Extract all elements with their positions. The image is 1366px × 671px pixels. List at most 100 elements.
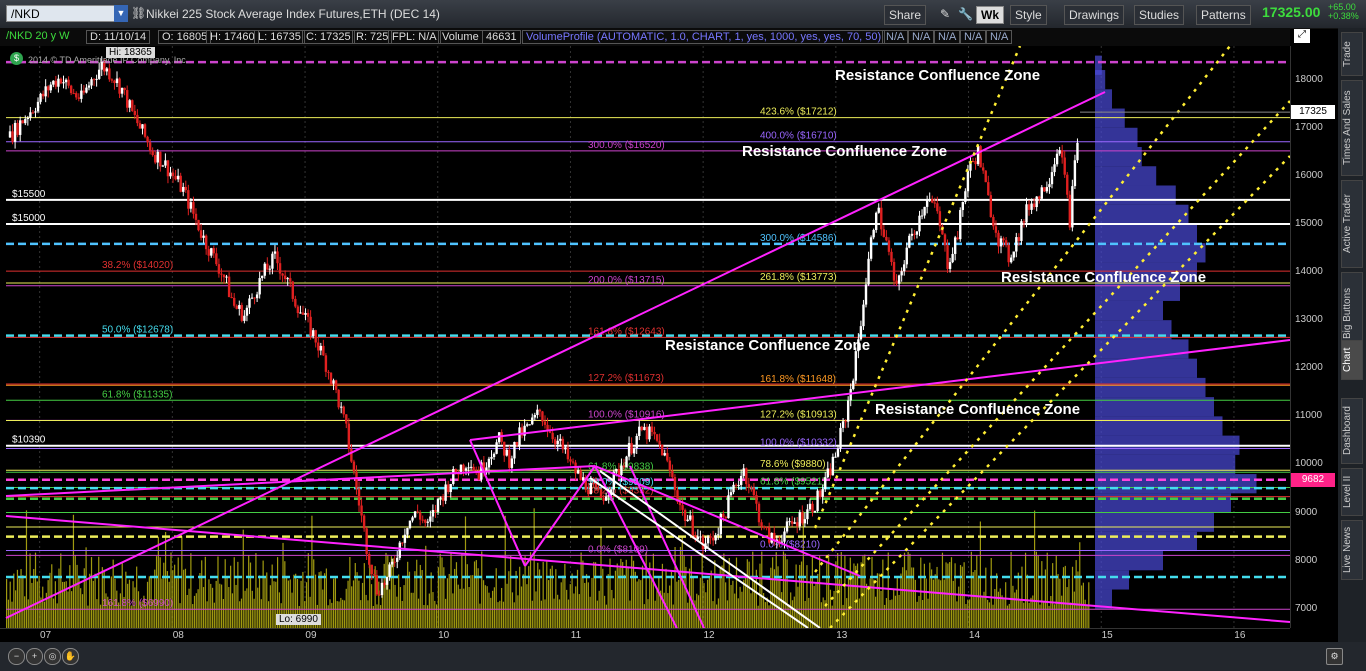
volume-bar	[1073, 591, 1075, 628]
level-label: 261.8% ($13773)	[760, 272, 837, 283]
candle-body	[953, 237, 957, 254]
wrench-icon[interactable]: 🔧	[958, 5, 973, 23]
volume-profile-bar	[1095, 300, 1163, 321]
candle-body	[44, 86, 47, 97]
symbol-input[interactable]: /NKD	[6, 5, 126, 22]
patterns-button[interactable]: Patterns	[1196, 5, 1251, 25]
candle-body	[813, 511, 817, 513]
volume-bar	[378, 581, 380, 628]
volume-bar	[575, 586, 577, 628]
volume-bar	[636, 581, 638, 628]
volume-bar	[459, 588, 461, 628]
candle-body	[571, 461, 575, 463]
time-axis[interactable]: 07 08 09 10 11 12 13 14 15 16	[0, 628, 1290, 643]
candle-body	[727, 495, 730, 519]
volume-bar	[331, 602, 333, 628]
resistance-zone-label: Resistance Confluence Zone	[1001, 269, 1207, 286]
change-pct: +0.38%	[1328, 11, 1359, 21]
volume-bar	[557, 594, 559, 628]
volume-bar	[945, 562, 947, 628]
candle-body	[668, 460, 672, 471]
candle-body	[536, 409, 539, 415]
tab-chart[interactable]: Chart	[1341, 340, 1363, 380]
volume-bar	[555, 569, 557, 628]
volume-bar	[417, 598, 420, 628]
studies-button[interactable]: Studies	[1134, 5, 1185, 25]
candle-body	[887, 240, 891, 252]
candle-body	[1076, 142, 1079, 161]
volume-bar	[1014, 592, 1016, 628]
poc-price-marker: 9682	[1291, 472, 1335, 487]
tab-active-trader[interactable]: Active Trader	[1341, 180, 1363, 268]
level-label: 161.8% ($6990)	[102, 598, 173, 609]
candle-body	[620, 465, 623, 475]
volume-bar	[439, 553, 441, 628]
volume-bar	[190, 553, 192, 628]
link-icon[interactable]: ⛓	[131, 6, 146, 20]
level-label: 300.0% ($16520)	[588, 140, 665, 151]
candle-body	[1035, 196, 1038, 208]
share-button[interactable]: Share	[884, 5, 927, 25]
volume-bar	[441, 557, 443, 628]
candle-body	[582, 477, 585, 480]
volume-bar	[744, 574, 747, 628]
volume-bar	[450, 552, 452, 628]
price-axis[interactable]: 7000 8000 9000 10000 11000 12000 13000 14000 150…	[1290, 46, 1339, 628]
chart-expand-icon[interactable]: ⤢	[1294, 29, 1310, 43]
volume-bar	[591, 577, 593, 628]
candle-body	[510, 458, 514, 468]
symbol-dropdown-icon[interactable]: ▼	[114, 5, 128, 22]
candle-body	[925, 199, 929, 207]
candle-body	[981, 167, 985, 171]
candle-body	[1032, 203, 1036, 208]
candle-body	[918, 215, 921, 232]
aggregation-button[interactable]: Wk	[976, 6, 1004, 24]
candle-body	[1015, 237, 1018, 252]
volume-profile-bar	[1095, 127, 1138, 148]
volume-profile-bar	[1095, 185, 1176, 205]
volume-bar	[669, 585, 671, 628]
volume-bar	[493, 587, 495, 628]
candle-body	[398, 542, 401, 558]
zoom-in-icon[interactable]: +	[26, 648, 43, 665]
candle-body	[189, 202, 193, 209]
volume-bar	[808, 597, 810, 628]
volume-value: 46631	[482, 30, 521, 44]
candle-body	[113, 80, 116, 84]
drawing-tool-icon[interactable]: ✎	[940, 5, 950, 23]
drawings-button[interactable]: Drawings	[1064, 5, 1125, 25]
info-icon[interactable]: $	[10, 52, 23, 65]
pan-hand-icon[interactable]: ✋	[62, 648, 79, 665]
candle-body	[169, 172, 172, 177]
volume-bar	[426, 605, 429, 628]
tab-live-news[interactable]: Live News	[1341, 520, 1363, 580]
style-button[interactable]: Style	[1010, 5, 1047, 25]
tab-trade[interactable]: Trade	[1341, 32, 1363, 76]
chart-area[interactable]: 423.6% ($17212) 400.0% ($16710) 300.0% ($1…	[0, 46, 1290, 628]
level-label: 161.8% ($12643)	[588, 326, 665, 337]
tab-dashboard[interactable]: Dashboard	[1341, 398, 1363, 464]
volume-bar	[661, 563, 664, 628]
volume-bar	[175, 578, 178, 628]
candle-body	[357, 488, 361, 506]
tab-level-ii[interactable]: Level II	[1341, 468, 1363, 516]
volume-bar	[542, 562, 544, 628]
zoom-icon[interactable]: ◎	[44, 648, 61, 665]
tab-times-and-sales[interactable]: Times And Sales	[1341, 80, 1363, 176]
volume-bar	[900, 573, 902, 628]
settings-icon[interactable]: ⚙	[1326, 648, 1343, 665]
candle-body	[689, 515, 692, 520]
candle-body	[936, 203, 939, 212]
volume-bar	[354, 563, 356, 628]
volume-bar	[177, 557, 179, 628]
volume-bar	[587, 582, 589, 628]
volume-label: Volume	[438, 30, 483, 44]
volume-bar	[977, 575, 980, 628]
candle-body	[564, 447, 567, 450]
candle-body	[141, 124, 144, 129]
volume-bar	[537, 562, 539, 628]
volume-bar	[80, 588, 82, 628]
candle-body	[533, 414, 537, 418]
volume-bar	[846, 598, 848, 628]
zoom-out-icon[interactable]: −	[8, 648, 25, 665]
